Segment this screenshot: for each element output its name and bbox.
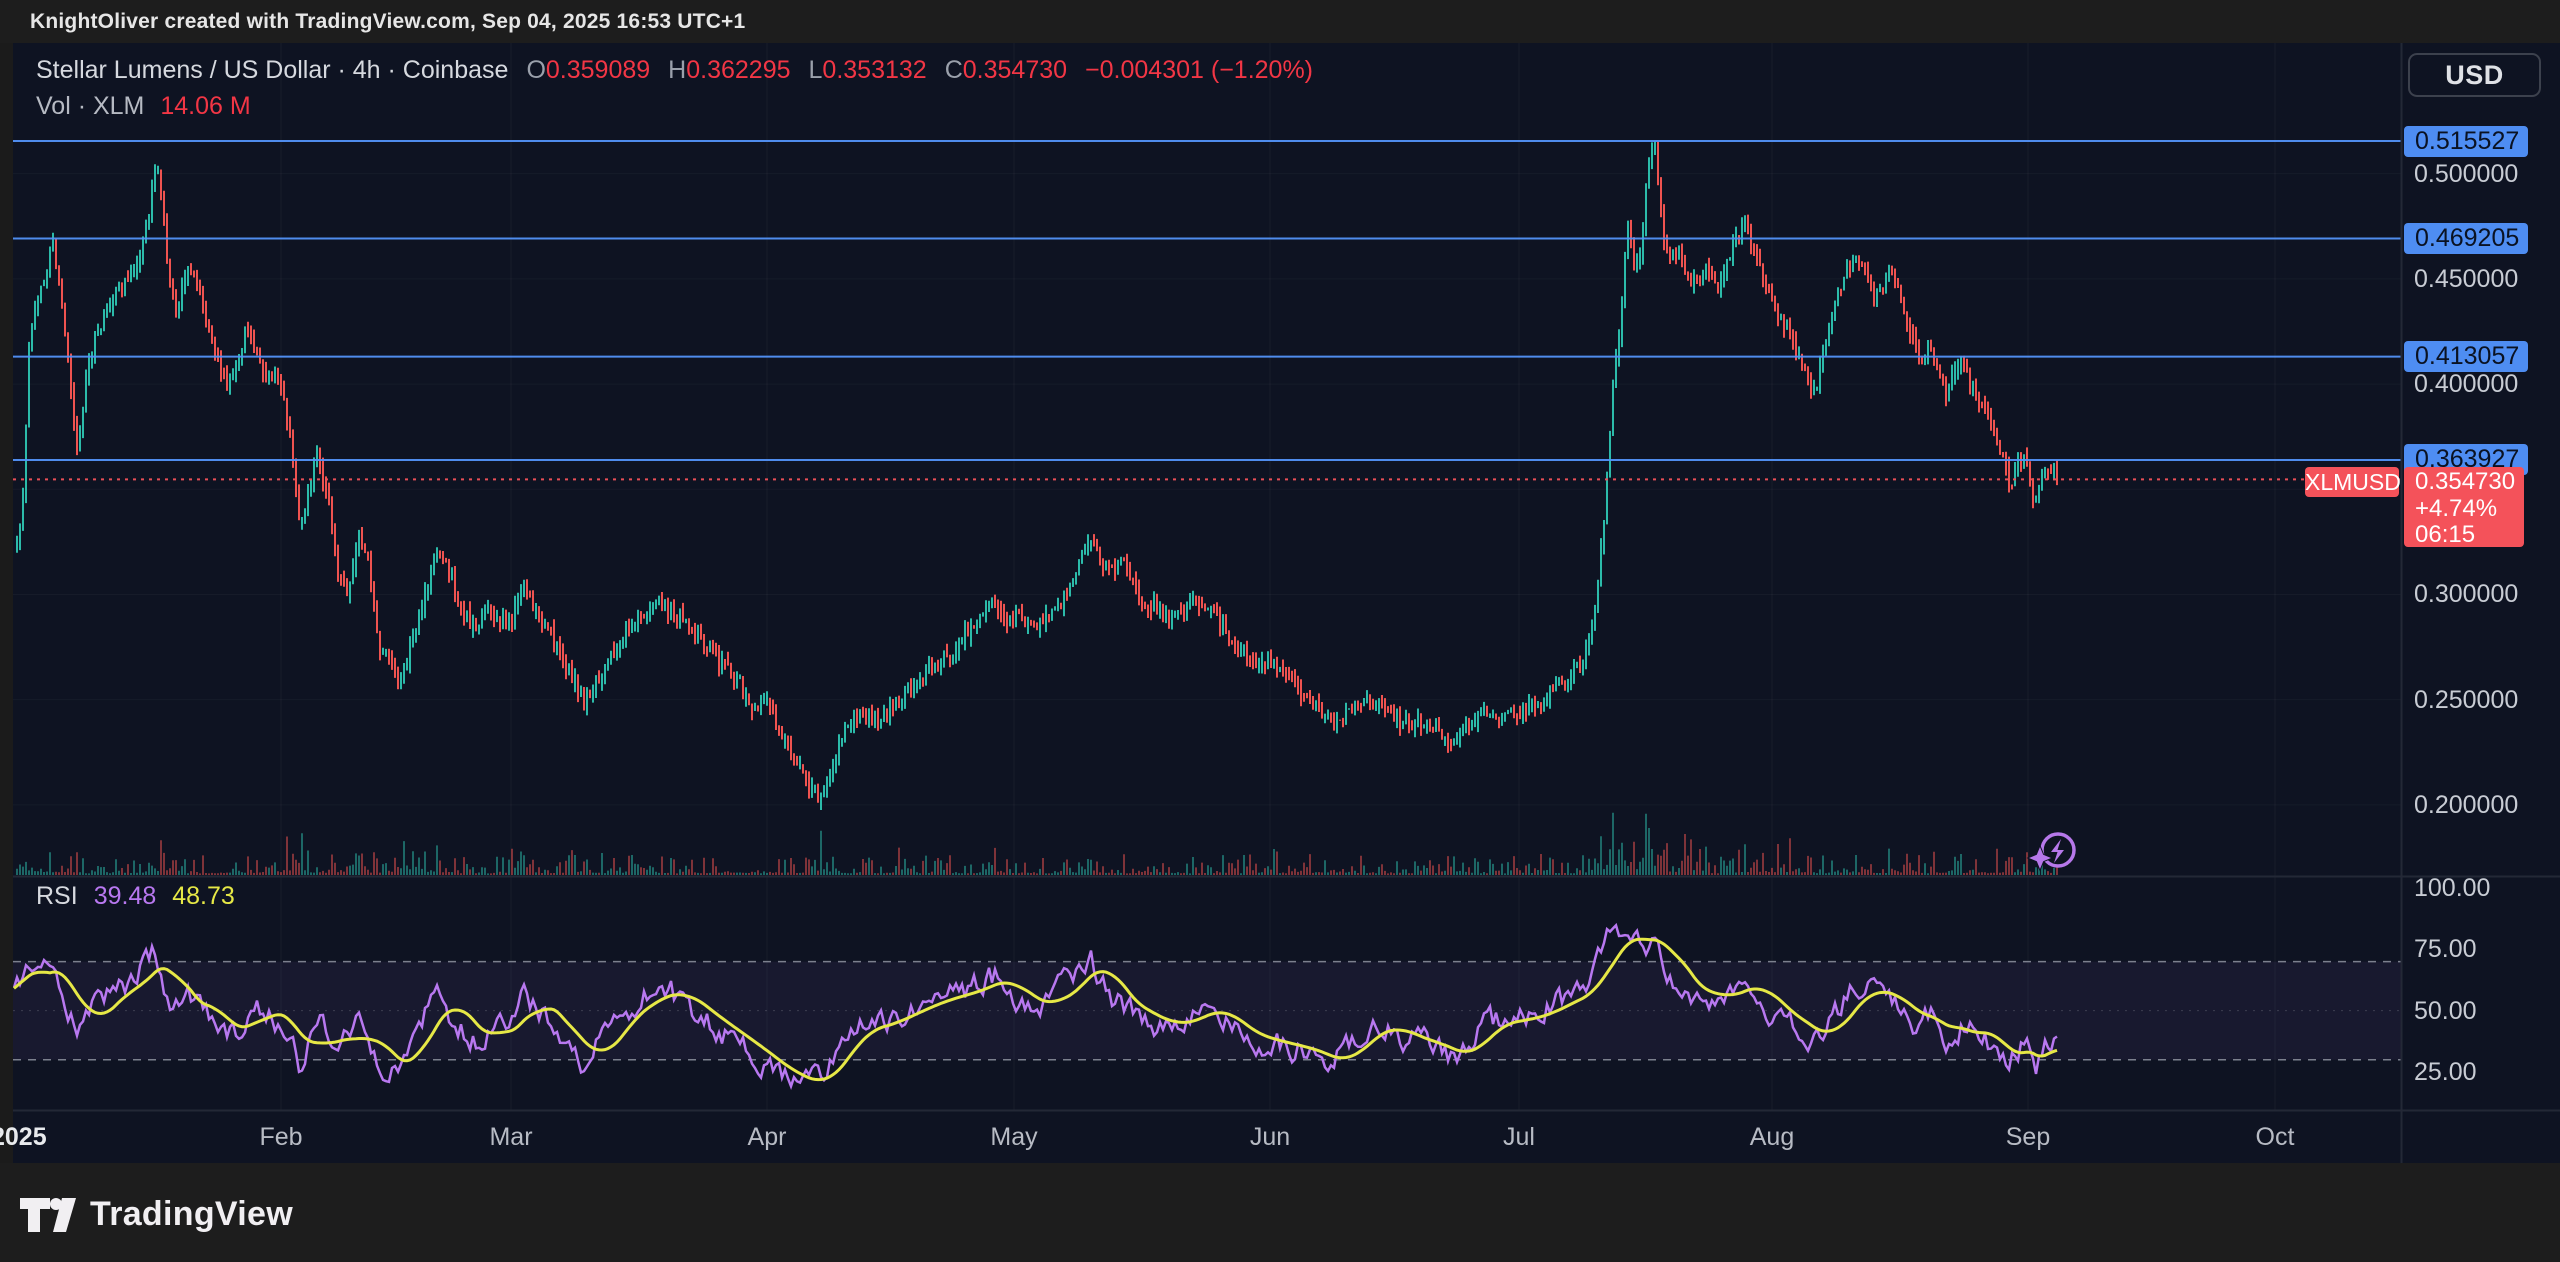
tradingview-logo-text: TradingView (90, 1195, 293, 1234)
price-level-badge: 0.413057 (2404, 341, 2528, 372)
time-axis-month: Mar (471, 1123, 551, 1152)
low-value: 0.353132 (822, 56, 926, 85)
high-label: H (668, 56, 686, 85)
time-axis-month: Feb (241, 1123, 321, 1152)
last-price-countdown: 06:15 (2415, 522, 2524, 549)
price-axis-label: 0.300000 (2414, 579, 2518, 609)
time-axis-month: May (974, 1123, 1054, 1152)
volume-legend: Vol · XLM 14.06 M (36, 92, 251, 121)
flash-reaction-button[interactable] (2029, 834, 2074, 869)
tradingview-widget: KnightOliver created with TradingView.co… (0, 0, 2560, 1262)
time-axis-month: Aug (1732, 1123, 1812, 1152)
volume-value: 14.06 M (160, 92, 250, 121)
time-axis-month: Oct (2235, 1123, 2315, 1152)
time-axis-year: 2025 (0, 1123, 47, 1152)
currency-toggle-button[interactable]: USD (2408, 53, 2541, 97)
time-axis-month: Jun (1230, 1123, 1310, 1152)
time-axis-month: Jul (1479, 1123, 1559, 1152)
rsi-ma-value: 48.73 (172, 882, 235, 911)
rsi-axis-label: 75.00 (2414, 934, 2477, 964)
symbol-title: Stellar Lumens / US Dollar · 4h · Coinba… (36, 56, 508, 85)
price-axis-label: 0.250000 (2414, 685, 2518, 715)
price-axis-label: 0.500000 (2414, 159, 2518, 189)
tradingview-logo-icon (20, 1198, 76, 1232)
rsi-value: 39.48 (94, 882, 157, 911)
price-axis-label: 0.450000 (2414, 264, 2518, 294)
time-axis[interactable]: 2025 Feb Mar Apr May Jun Jul Aug Sep Oct (0, 1110, 2560, 1163)
rsi-axis-label: 50.00 (2414, 996, 2477, 1026)
rsi-axis-label: 100.00 (2414, 873, 2490, 903)
last-price-change_pct: +4.74% (2415, 496, 2524, 523)
rsi-legend: RSI 39.48 48.73 (36, 882, 235, 911)
close-value: 0.354730 (963, 56, 1067, 85)
rsi-label: RSI (36, 882, 78, 911)
price-level-badge: 0.515527 (2404, 126, 2528, 157)
volume-label: Vol · XLM (36, 92, 144, 121)
last-price-price: 0.354730 (2415, 469, 2524, 496)
rsi-axis-label: 25.00 (2414, 1057, 2477, 1087)
price-axis-label: 0.200000 (2414, 790, 2518, 820)
high-value: 0.362295 (686, 56, 790, 85)
tradingview-logo[interactable]: TradingView (20, 1195, 293, 1234)
price-axis-label: 0.400000 (2414, 369, 2518, 399)
low-label: L (809, 56, 823, 85)
last-price-box: 0.354730+4.74%06:15 (2404, 467, 2524, 547)
open-label: O (526, 56, 545, 85)
footer-bar: TradingView (0, 1163, 2560, 1262)
change-value: −0.004301 (−1.20%) (1085, 56, 1313, 85)
symbol-price-tag: XLMUSD (2305, 467, 2399, 497)
time-axis-month: Sep (1988, 1123, 2068, 1152)
symbol-legend: Stellar Lumens / US Dollar · 4h · Coinba… (36, 56, 1313, 85)
open-value: 0.359089 (546, 56, 650, 85)
price-level-badge: 0.469205 (2404, 223, 2528, 254)
price-axis[interactable]: 0.500000 0.450000 0.400000 0.300000 0.250000… (2402, 43, 2560, 1110)
time-axis-month: Apr (727, 1123, 807, 1152)
chart-canvas[interactable] (0, 0, 2560, 1262)
close-label: C (945, 56, 963, 85)
